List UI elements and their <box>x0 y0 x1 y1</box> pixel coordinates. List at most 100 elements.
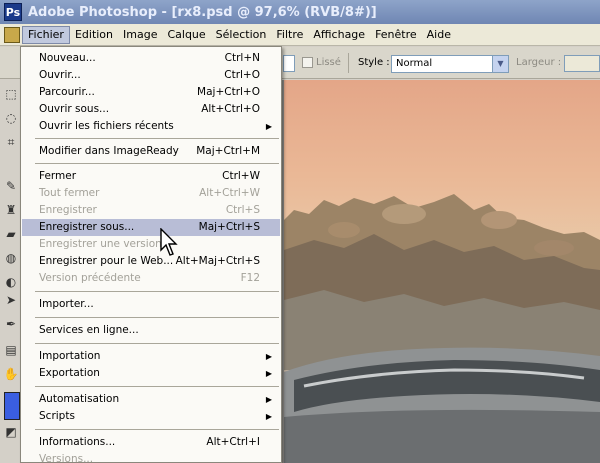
menu-item-label: Importer... <box>39 298 94 310</box>
menu-separator <box>35 138 279 139</box>
toolbox: ⬚ ◌ ⌗ ✎ ♜ ▰ ◍ ◐ ➤ ✒ ▤ ✋ ◩ <box>0 80 22 463</box>
menu-item-ouvrir[interactable]: Ouvrir... Ctrl+O <box>22 67 280 84</box>
menu-item-label: Nouveau... <box>39 52 96 64</box>
menu-item-versions: Versions... <box>22 451 280 463</box>
menu-item-label: Services en ligne... <box>39 324 139 336</box>
menu-item-label: Modifier dans ImageReady <box>39 145 179 157</box>
menu-item-label: Importation <box>39 350 101 362</box>
selection-tool-icon[interactable]: ➤ <box>3 292 19 308</box>
menu-item-label: Enregistrer <box>39 204 97 216</box>
menu-item-services-en-ligne[interactable]: Services en ligne... <box>22 322 280 339</box>
menu-item-shortcut: Ctrl+S <box>225 204 260 216</box>
menu-item-label: Automatisation <box>39 393 120 405</box>
fichier-dropdown-menu: Nouveau... Ctrl+N Ouvrir... Ctrl+O Parco… <box>20 46 282 463</box>
chevron-down-icon[interactable]: ▼ <box>492 56 508 72</box>
menu-item-label: Exportation <box>39 367 100 379</box>
marquee-tool-icon[interactable]: ⬚ <box>3 86 19 102</box>
menu-affichage[interactable]: Affichage <box>308 26 370 44</box>
menu-item-enregistrer-sous[interactable]: Enregistrer sous... Maj+Ctrl+S <box>22 219 280 236</box>
menu-item-label: Ouvrir sous... <box>39 103 110 115</box>
lasso-tool-icon[interactable]: ◌ <box>3 110 19 126</box>
menu-item-label: Versions... <box>39 453 94 463</box>
menu-item-shortcut: Maj+Ctrl+M <box>196 145 260 157</box>
menu-item-fermer[interactable]: Fermer Ctrl+W <box>22 168 280 185</box>
menu-filtre[interactable]: Filtre <box>271 26 308 44</box>
menu-item-label: Enregistrer pour le Web... <box>39 255 174 267</box>
window-title: Adobe Photoshop - [rx8.psd @ 97,6% (RVB/… <box>28 4 377 20</box>
pen-tool-icon[interactable]: ✒ <box>3 316 19 332</box>
style-select[interactable]: Normal ▼ <box>391 55 509 73</box>
brush-tool-icon[interactable]: ✎ <box>3 178 19 194</box>
menu-separator <box>35 429 279 430</box>
photoshop-app-icon[interactable]: Ps <box>4 3 22 21</box>
menu-item-label: Parcourir... <box>39 86 95 98</box>
options-separator <box>348 53 349 73</box>
foreground-color-swatch[interactable] <box>4 392 20 420</box>
style-label: Style : <box>358 57 390 68</box>
menu-item-fichiers-recents[interactable]: Ouvrir les fichiers récents ▶ <box>22 118 280 135</box>
blur-tool-icon[interactable]: ◍ <box>3 250 19 266</box>
submenu-arrow-icon: ▶ <box>265 352 272 361</box>
menu-separator <box>35 163 279 164</box>
eraser-tool-icon[interactable]: ▰ <box>3 226 19 242</box>
menu-item-shortcut: Ctrl+W <box>222 170 260 182</box>
menu-item-nouveau[interactable]: Nouveau... Ctrl+N <box>22 50 280 67</box>
stamp-tool-icon[interactable]: ♜ <box>3 202 19 218</box>
menu-item-label: Enregistrer sous... <box>39 221 135 233</box>
submenu-arrow-icon: ▶ <box>265 369 272 378</box>
style-select-value: Normal <box>396 58 433 69</box>
menu-item-parcourir[interactable]: Parcourir... Maj+Ctrl+O <box>22 84 280 101</box>
smooth-label: Lissé <box>316 57 341 68</box>
submenu-arrow-icon: ▶ <box>265 395 272 404</box>
menu-item-label: Informations... <box>39 436 116 448</box>
menu-item-ouvrir-sous[interactable]: Ouvrir sous... Alt+Ctrl+O <box>22 101 280 118</box>
title-bar: Ps Adobe Photoshop - [rx8.psd @ 97,6% (R… <box>0 0 600 24</box>
notes-tool-icon[interactable]: ▤ <box>3 342 19 358</box>
smooth-checkbox[interactable] <box>302 57 313 68</box>
menu-fichier[interactable]: Fichier <box>22 25 70 44</box>
dodge-tool-icon[interactable]: ◐ <box>3 274 19 290</box>
menu-item-shortcut: Alt+Ctrl+W <box>199 187 260 199</box>
menu-item-tout-fermer: Tout fermer Alt+Ctrl+W <box>22 185 280 202</box>
menu-item-label: Ouvrir les fichiers récents <box>39 120 174 132</box>
menu-item-shortcut: Maj+Ctrl+S <box>198 221 260 233</box>
feather-field[interactable] <box>283 55 295 72</box>
document-icon[interactable] <box>4 26 20 43</box>
hand-tool-icon[interactable]: ✋ <box>3 366 19 382</box>
width-field[interactable] <box>564 55 600 72</box>
mouse-pointer-icon <box>160 228 178 256</box>
menu-item-imageready[interactable]: Modifier dans ImageReady Maj+Ctrl+M <box>22 143 280 160</box>
menu-item-importer[interactable]: Importer... <box>22 296 280 313</box>
menu-selection[interactable]: Sélection <box>211 26 272 44</box>
car-roof-image <box>284 347 600 463</box>
menu-item-shortcut: Alt+Ctrl+O <box>201 103 260 115</box>
submenu-arrow-icon: ▶ <box>265 122 272 131</box>
menu-item-shortcut: Alt+Ctrl+I <box>206 436 260 448</box>
color-swap-icon[interactable]: ◩ <box>3 424 19 440</box>
menu-item-informations[interactable]: Informations... Alt+Ctrl+I <box>22 434 280 451</box>
menu-separator <box>35 343 279 344</box>
menu-item-automatisation[interactable]: Automatisation ▶ <box>22 391 280 408</box>
menu-bar: Fichier Edition Image Calque Sélection F… <box>0 24 600 46</box>
menu-item-enregistrer: Enregistrer Ctrl+S <box>22 202 280 219</box>
menu-item-importation[interactable]: Importation ▶ <box>22 348 280 365</box>
menu-item-label: Ouvrir... <box>39 69 81 81</box>
menu-item-shortcut: Alt+Maj+Ctrl+S <box>175 255 260 267</box>
menu-aide[interactable]: Aide <box>422 26 456 44</box>
menu-edition[interactable]: Edition <box>70 26 118 44</box>
menu-item-enregistrer-web[interactable]: Enregistrer pour le Web... Alt+Maj+Ctrl+… <box>22 253 280 270</box>
menu-item-shortcut: Ctrl+O <box>224 69 260 81</box>
menu-item-label: Scripts <box>39 410 75 422</box>
menu-item-shortcut: Maj+Ctrl+O <box>197 86 260 98</box>
menu-separator <box>35 386 279 387</box>
menu-item-label: Enregistrer une version... <box>39 238 172 250</box>
menu-item-label: Version précédente <box>39 272 141 284</box>
menu-calque[interactable]: Calque <box>162 26 210 44</box>
image-canvas[interactable] <box>284 80 600 463</box>
menu-item-label: Tout fermer <box>39 187 100 199</box>
menu-item-scripts[interactable]: Scripts ▶ <box>22 408 280 425</box>
crop-tool-icon[interactable]: ⌗ <box>3 134 19 150</box>
menu-image[interactable]: Image <box>118 26 162 44</box>
menu-fenetre[interactable]: Fenêtre <box>370 26 422 44</box>
menu-item-exportation[interactable]: Exportation ▶ <box>22 365 280 382</box>
